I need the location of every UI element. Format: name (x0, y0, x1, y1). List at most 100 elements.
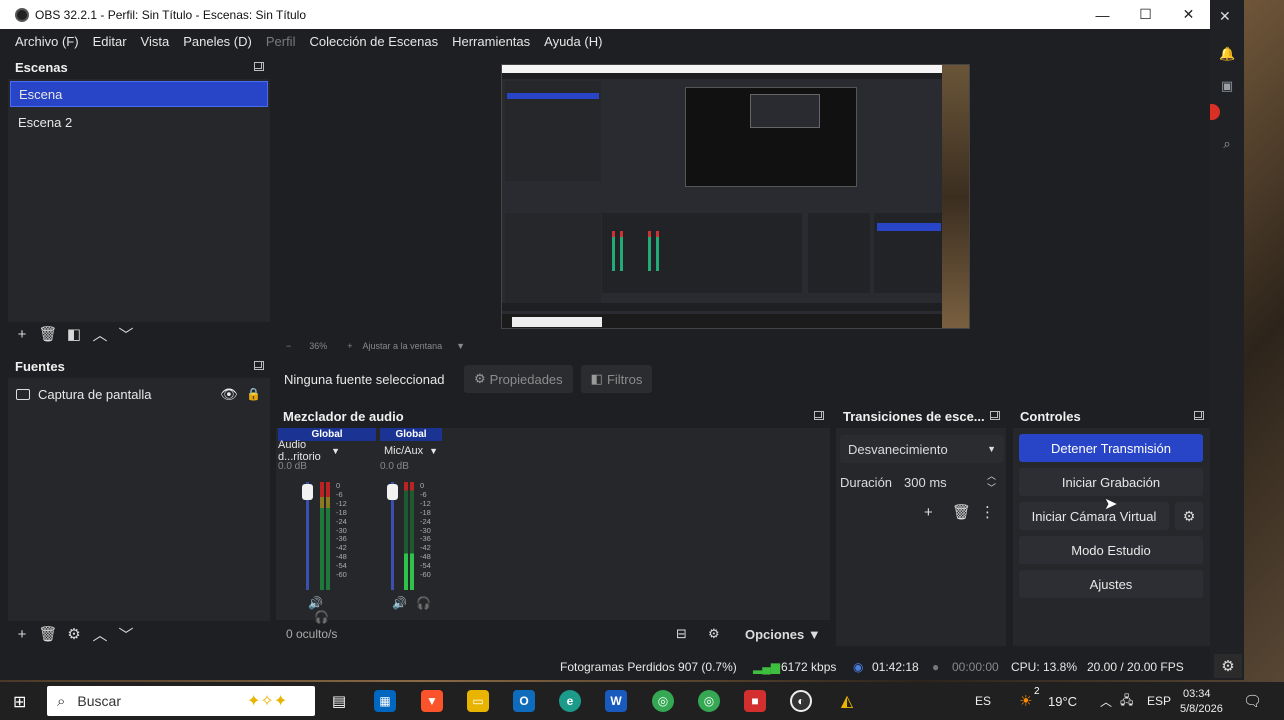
stop-stream-button[interactable]: Detener Transmisión (1019, 434, 1203, 462)
chevron-down-icon[interactable]: ▼ (456, 341, 465, 351)
close-icon[interactable]: ✕ (1219, 8, 1231, 25)
fader-knob[interactable] (387, 484, 398, 500)
channel-name[interactable]: Audio d...ritorio ▼ (278, 439, 340, 463)
sources-list (8, 378, 270, 621)
notification-dot (1210, 104, 1220, 120)
trash-icon[interactable]: 🗑 (35, 623, 61, 645)
temperature[interactable]: 19°C (1048, 682, 1077, 720)
keyboard-layout[interactable]: ESP (1147, 682, 1171, 720)
obs-taskbar-icon[interactable]: ◐ (790, 690, 812, 712)
fader-knob[interactable] (302, 484, 313, 500)
properties-button[interactable]: ⚙ Propiedades (464, 365, 573, 393)
language-indicator[interactable]: ES (975, 682, 991, 720)
chrome-icon[interactable]: ◎ (698, 690, 720, 712)
speaker-icon[interactable]: 🔊 (308, 596, 323, 610)
menu-archivo[interactable]: Archivo (F) (8, 34, 86, 49)
trash-icon[interactable]: 🗑 (35, 323, 61, 345)
settings-button[interactable]: Ajustes (1019, 570, 1203, 598)
task-view-icon[interactable]: ▤ (328, 690, 350, 712)
speaker-icon[interactable]: 🔊 (392, 596, 407, 610)
scene-item[interactable]: Escena 2 (10, 109, 268, 135)
edge-icon[interactable]: e (559, 690, 581, 712)
start-recording-button[interactable]: Iniciar Grabación (1019, 468, 1203, 496)
windows-start-icon[interactable]: ⊞ (13, 692, 26, 712)
recorder-icon[interactable]: ■ (744, 690, 766, 712)
chevron-up-icon[interactable]: ︿ (87, 623, 113, 645)
channel-name[interactable]: Mic/Aux ▼ (380, 441, 442, 461)
weather-icon[interactable]: ☀ (1019, 682, 1032, 720)
maximize-button[interactable]: ☐ (1124, 0, 1167, 29)
vu-meter (320, 482, 324, 590)
vu-meter (404, 482, 408, 590)
transition-select[interactable]: Desvanecimiento ▼ (840, 435, 1004, 463)
mixer-channel-desktop: Global Audio d...ritorio ▼ 0.0 dB 0 -6 -12… (278, 428, 376, 624)
clock-date[interactable]: 5/8/2026 (1180, 690, 1223, 720)
network-icon[interactable]: 🖧 (1120, 682, 1133, 720)
menu-coleccion[interactable]: Colección de Escenas (302, 34, 445, 49)
fit-window-label[interactable]: Ajustar a la ventana (363, 341, 443, 351)
add-icon[interactable]: + (9, 323, 35, 345)
chevron-down-icon[interactable]: ﹀ (113, 323, 139, 345)
chevron-down-icon[interactable]: ▼ (429, 446, 438, 456)
layout-icon[interactable]: ⊟ (676, 626, 687, 642)
add-icon[interactable]: + (924, 504, 946, 521)
filter-icon[interactable]: ◧ (61, 323, 87, 345)
studio-mode-button[interactable]: Modo Estudio (1019, 536, 1203, 564)
duration-stepper[interactable]: ︿ ﹀ (987, 470, 996, 494)
undock-icon[interactable] (254, 361, 264, 370)
app-icon[interactable]: ◭ (836, 690, 858, 712)
source-item[interactable]: Captura de pantalla 👁 🔒 (16, 384, 264, 404)
search-icon[interactable]: ⌕ (1219, 136, 1235, 152)
window-title: OBS 32.2.1 - Perfil: Sin Título - Escena… (35, 7, 307, 22)
chrome-icon[interactable]: ◎ (652, 690, 674, 712)
hidden-count: 0 oculto/s (286, 627, 338, 641)
menu-perfil[interactable]: Perfil (259, 34, 303, 49)
zoom-in-icon[interactable]: + (347, 341, 352, 351)
folder-icon[interactable]: ▭ (467, 690, 489, 712)
eye-icon[interactable]: 👁 (220, 386, 238, 403)
menu-herramientas[interactable]: Herramientas (445, 34, 537, 49)
close-button[interactable]: ✕ (1167, 0, 1210, 29)
volume-db: 0.0 dB (278, 461, 307, 472)
menu-bar: Archivo (F) Editar Vista Paneles (D) Per… (0, 29, 1210, 54)
undock-icon[interactable] (1194, 411, 1204, 420)
start-virtual-cam-button[interactable]: Iniciar Cámara Virtual (1019, 502, 1169, 530)
menu-ayuda[interactable]: Ayuda (H) (537, 34, 609, 49)
gear-icon[interactable]: ⚙ (1175, 502, 1203, 530)
store-icon[interactable]: ▦ (374, 690, 396, 712)
undock-icon[interactable] (990, 411, 1000, 420)
filters-button[interactable]: ◧ Filtros (580, 365, 653, 393)
zoom-out-icon[interactable]: − (286, 341, 291, 351)
gear-icon[interactable]: ⚙ (1214, 654, 1242, 678)
add-icon[interactable]: + (9, 623, 35, 645)
chevron-down-icon[interactable]: ▼ (331, 446, 340, 456)
record-icon: ● (932, 660, 940, 674)
chevron-down-icon[interactable]: ﹀ (113, 623, 139, 645)
frame-icon[interactable]: ▣ (1219, 78, 1235, 94)
chevron-up-icon[interactable]: ︿ (1100, 682, 1112, 720)
bell-icon[interactable]: 🔔 (1219, 46, 1235, 62)
menu-paneles[interactable]: Paneles (D) (176, 34, 259, 49)
lock-icon[interactable]: 🔒 (246, 387, 261, 401)
gear-icon[interactable]: ⚙ (708, 626, 720, 642)
undock-icon[interactable] (254, 62, 264, 71)
scenes-toolbar: + 🗑 ◧ ︿ ﹀ (9, 322, 139, 346)
scene-item[interactable]: Escena (10, 81, 268, 107)
brave-icon[interactable]: ▼ (421, 690, 443, 712)
notification-icon[interactable]: 🗨 (1243, 682, 1262, 720)
headphones-icon[interactable]: 🎧 (416, 596, 431, 610)
menu-vista[interactable]: Vista (134, 34, 177, 49)
options-button[interactable]: Opciones ▼ (745, 627, 821, 642)
chevron-up-icon[interactable]: ︿ (87, 323, 113, 345)
word-icon[interactable]: W (605, 690, 627, 712)
taskbar-search[interactable]: ⌕ Buscar ✦✧✦ (47, 686, 315, 716)
trash-icon[interactable]: 🗑 (952, 503, 980, 521)
menu-editar[interactable]: Editar (86, 34, 134, 49)
duration-input[interactable]: 300 ms (900, 470, 981, 494)
more-icon[interactable]: ⋮ (980, 503, 995, 521)
gear-icon[interactable]: ⚙ (61, 623, 87, 645)
outlook-icon[interactable]: O (513, 690, 535, 712)
weather-badge: 2 (1034, 685, 1040, 697)
undock-icon[interactable] (814, 411, 824, 420)
minimize-button[interactable]: — (1081, 0, 1124, 29)
